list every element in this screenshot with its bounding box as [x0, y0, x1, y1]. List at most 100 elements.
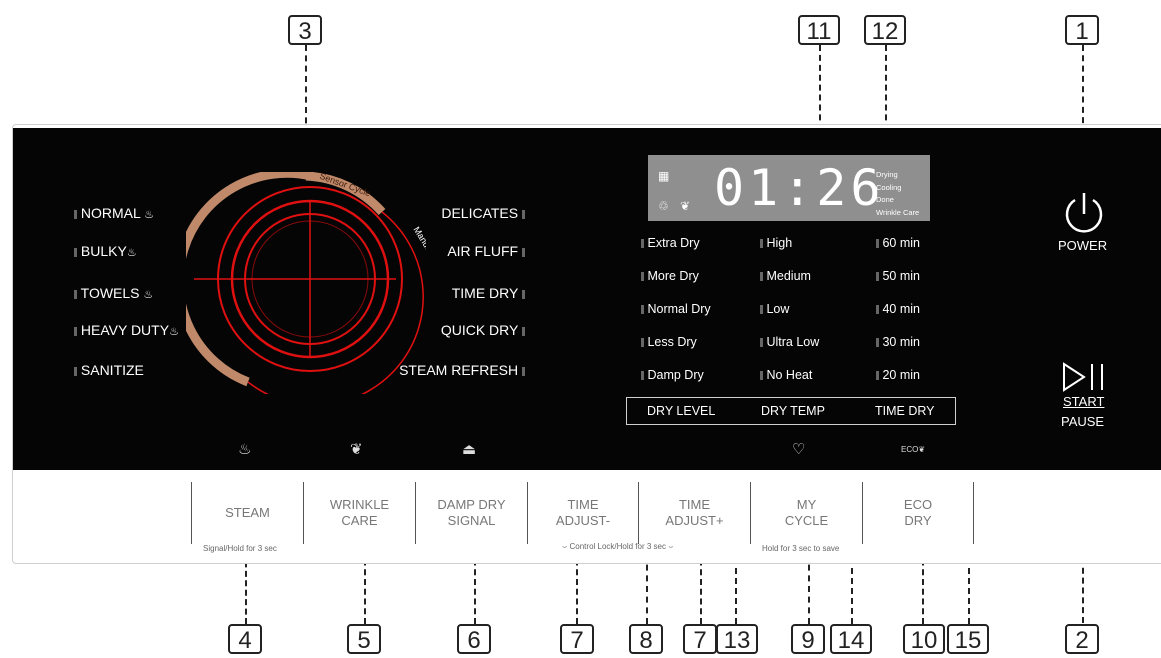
dry-level-less: Less Dry	[641, 335, 697, 349]
callout-6: 6	[457, 624, 491, 654]
pause-label: PAUSE	[1061, 414, 1105, 429]
dry-temp-button[interactable]: DRY TEMP	[761, 404, 825, 418]
led-indicator	[641, 239, 644, 249]
control-lock-hint: ⌣ Control Lock/Hold for 3 sec ⌣	[562, 542, 674, 551]
program-normal[interactable]: NORMAL ♨	[74, 205, 154, 221]
callout-12: 12	[864, 15, 906, 45]
led-indicator	[760, 371, 763, 381]
my-cycle-hold-hint: Hold for 3 sec to save	[762, 544, 840, 553]
wrinkle-care-button[interactable]: WRINKLE CARE	[304, 484, 415, 542]
program-steam-refresh[interactable]: STEAM REFRESH	[399, 362, 525, 378]
option-label: 30 min	[882, 335, 921, 349]
dry-temp-low: Low	[760, 302, 789, 316]
button-label: ADJUST-	[555, 513, 611, 528]
option-label: Extra Dry	[647, 236, 700, 250]
dry-temp-high: High	[760, 236, 792, 250]
option-label: 50 min	[882, 269, 921, 283]
button-label: ECO	[903, 497, 933, 512]
eco-dry-button[interactable]: ECO DRY	[863, 484, 973, 542]
steam-icon: ♨	[169, 326, 179, 338]
time-dry-60: 60 min	[876, 236, 920, 250]
cycle-dial[interactable]: Sensor Cycle Manual Cycle	[186, 172, 426, 394]
status-wrinkle-care: Wrinkle Care	[876, 207, 920, 217]
callout-8: 8	[629, 624, 663, 654]
time-dry-40: 40 min	[876, 302, 920, 316]
option-label: No Heat	[766, 368, 813, 382]
program-label: AIR FLUFF	[447, 243, 519, 259]
button-label: ADJUST+	[665, 513, 724, 528]
iron-icon: ⏏	[462, 441, 477, 458]
time-dry-button[interactable]: TIME DRY	[875, 404, 935, 418]
leader-9	[808, 554, 810, 624]
leader-8	[646, 554, 648, 624]
led-indicator	[641, 371, 644, 381]
program-label: HEAVY DUTY	[80, 322, 170, 338]
program-time-dry[interactable]: TIME DRY	[452, 285, 525, 301]
my-cycle-button[interactable]: MY CYCLE	[751, 484, 862, 542]
program-sanitize[interactable]: SANITIZE	[74, 362, 144, 378]
leaf-icon: ❦	[350, 441, 363, 458]
led-indicator	[876, 371, 879, 381]
button-label: DRY	[904, 513, 932, 528]
start-pause-icon[interactable]	[1062, 362, 1110, 392]
callout-15: 15	[947, 624, 989, 654]
signal-hold-hint: Signal/Hold for 3 sec	[203, 544, 277, 553]
dry-level-more: More Dry	[641, 269, 699, 283]
led-indicator	[641, 272, 644, 282]
program-air-fluff[interactable]: AIR FLUFF	[447, 243, 525, 259]
led-indicator	[876, 338, 879, 348]
option-label: Low	[766, 302, 790, 316]
heart-icon: ♡	[792, 441, 806, 458]
callout-4: 4	[228, 624, 262, 654]
eco-icon-text: ECO	[901, 445, 919, 454]
steam-icon: ♨	[143, 289, 154, 301]
program-quick-dry[interactable]: QUICK DRY	[441, 322, 525, 338]
callout-9: 9	[791, 624, 825, 654]
program-label: BULKY	[80, 243, 127, 259]
time-adjust-plus-button[interactable]: TIME ADJUST+	[639, 484, 750, 542]
dry-temp-ultra-low: Ultra Low	[760, 335, 819, 349]
led-indicator	[760, 239, 763, 249]
program-delicates[interactable]: DELICATES	[441, 205, 525, 221]
option-label: Ultra Low	[766, 335, 820, 349]
program-label: NORMAL	[80, 205, 141, 221]
option-selector-box: DRY LEVEL DRY TEMP TIME DRY	[626, 397, 956, 425]
damp-dry-signal-button[interactable]: DAMP DRY SIGNAL	[416, 484, 527, 542]
option-label: High	[766, 236, 793, 250]
led-indicator	[74, 326, 77, 336]
option-label: 40 min	[882, 302, 921, 316]
steam-icon: ♨	[126, 247, 137, 259]
dry-temp-medium: Medium	[760, 269, 811, 283]
led-indicator	[641, 338, 644, 348]
program-bulky[interactable]: BULKY♨	[74, 243, 137, 259]
program-towels[interactable]: TOWELS ♨	[74, 285, 153, 301]
power-icon[interactable]	[1062, 190, 1106, 234]
led-indicator	[74, 209, 77, 219]
button-label: STEAM	[225, 505, 270, 520]
dry-level-normal: Normal Dry	[641, 302, 711, 316]
dry-level-button[interactable]: DRY LEVEL	[647, 404, 715, 418]
led-indicator	[760, 305, 763, 315]
time-dry-20: 20 min	[876, 368, 920, 382]
time-adjust-minus-button[interactable]: TIME ADJUST-	[528, 484, 638, 542]
program-label: TIME DRY	[451, 285, 519, 301]
status-done: Done	[876, 195, 894, 204]
program-label: DELICATES	[441, 205, 519, 221]
led-indicator	[522, 326, 525, 336]
led-indicator	[522, 366, 525, 376]
button-label: TIME	[678, 497, 711, 512]
callout-13: 13	[716, 624, 758, 654]
time-dry-50: 50 min	[876, 269, 920, 283]
option-label: Medium	[766, 269, 811, 283]
program-heavy-duty[interactable]: HEAVY DUTY♨	[74, 322, 179, 338]
option-label: 60 min	[882, 236, 921, 250]
steam-button[interactable]: STEAM	[192, 484, 303, 542]
dry-level-damp: Damp Dry	[641, 368, 704, 382]
start-label: START	[1063, 394, 1105, 409]
eco-icon: ECO❦	[901, 445, 926, 454]
led-indicator	[876, 239, 879, 249]
callout-7b: 7	[683, 624, 717, 654]
led-indicator	[876, 305, 879, 315]
option-label: 20 min	[882, 368, 921, 382]
leaf-icon: ❦	[680, 199, 691, 213]
